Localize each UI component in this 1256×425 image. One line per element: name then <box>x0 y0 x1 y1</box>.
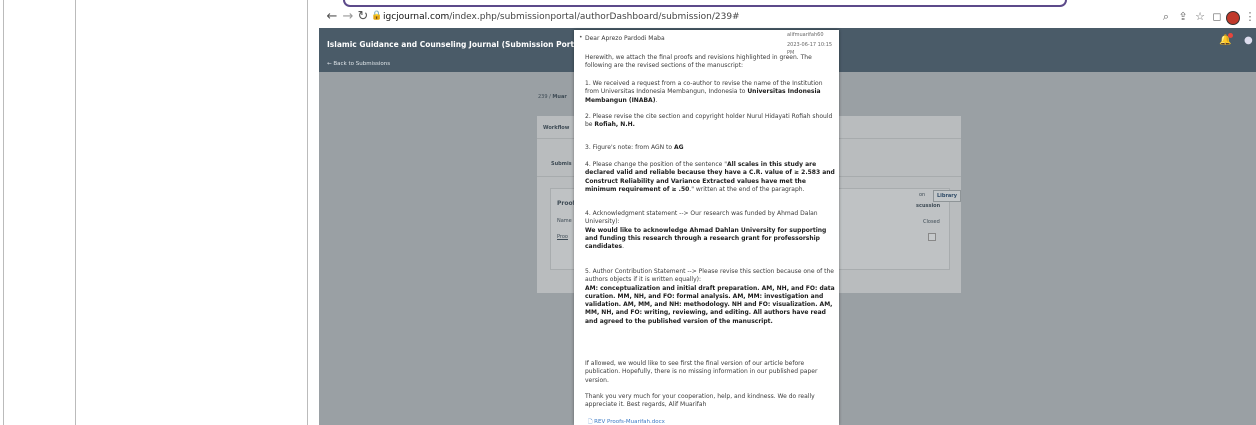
reload-icon[interactable]: ↻ <box>356 10 370 24</box>
breadcrumb-author: Muar <box>552 94 567 100</box>
attachment-name: REV Proofs-Muarifah.docx <box>594 419 665 425</box>
proofs-file-link[interactable]: Proo <box>557 234 568 240</box>
forward-arrow-icon[interactable]: → <box>341 10 355 24</box>
profile-avatar[interactable] <box>1226 11 1240 25</box>
revision-item-3: 3. Figure's note: from AGN to AG <box>585 144 835 152</box>
revision-item-6: 5. Author Contribution Statement --> Ple… <box>585 268 835 326</box>
zoom-icon[interactable]: ⌕ <box>1159 10 1173 24</box>
closing-thanks: Thank you very much for your cooperation… <box>585 393 815 409</box>
revision-item-6-text: 5. Author Contribution Statement --> Ple… <box>585 268 834 284</box>
left-margin-line-2 <box>75 0 76 425</box>
message-dialog: • alifmuarifah60 2023-06-17 10:15 PM Dea… <box>574 30 839 425</box>
revision-item-1: 1. We received a request from a co-autho… <box>585 80 835 105</box>
revision-item-5: 4. Acknowledgment statement --> Our rese… <box>585 210 835 251</box>
revision-item-3-bold: AG <box>673 144 684 151</box>
url-path: /index.php/submissionportal/authorDashbo… <box>449 12 740 22</box>
attachment-link[interactable]: 🗋 REV Proofs-Muarifah.docx <box>588 418 665 425</box>
browser-toolbar: ← → ↻ 🔒 igcjournal.com/index.php/submiss… <box>319 0 1256 29</box>
menu-icon[interactable]: ⋮ <box>1243 10 1256 24</box>
message-bullet-icon: • <box>579 34 583 41</box>
discussion-column-header: scussion <box>916 203 941 209</box>
left-margin-line-1 <box>3 0 4 425</box>
site-title[interactable]: Islamic Guidance and Counseling Journal … <box>327 40 615 49</box>
tab-workflow[interactable]: Workflow <box>543 125 569 131</box>
closing-paragraph: If allowed, we would like to see first t… <box>585 360 818 384</box>
star-icon[interactable]: ☆ <box>1193 10 1207 24</box>
closed-checkbox[interactable] <box>928 233 936 241</box>
library-button[interactable]: Library <box>933 190 961 202</box>
url-domain: igcjournal.com <box>383 12 450 22</box>
breadcrumb-separator: / <box>549 94 551 100</box>
browser-screenshot: ← → ↻ 🔒 igcjournal.com/index.php/submiss… <box>319 0 1256 425</box>
revision-item-4-text: 4. Please change the position of the sen… <box>585 161 727 168</box>
notification-badge <box>1228 33 1233 38</box>
revision-item-5-text: 4. Acknowledgment statement --> Our rese… <box>585 210 818 226</box>
tab-strip <box>319 0 1256 7</box>
name-column-header: Name <box>557 218 572 224</box>
revision-item-6-bold: AM: conceptualization and initial draft … <box>585 284 835 325</box>
revision-item-2-bold: Rofiah, N.H. <box>594 121 635 129</box>
revision-item-2: 2. Please revise the cite section and co… <box>585 113 835 130</box>
breadcrumb-id: 239 <box>538 94 548 100</box>
address-bar[interactable]: igcjournal.com/index.php/submissionporta… <box>383 10 740 24</box>
revision-item-4-end: ." written at the end of the paragraph. <box>689 185 805 193</box>
back-arrow-icon[interactable]: ← <box>325 10 339 24</box>
back-to-submissions-link[interactable]: ← Back to Submissions <box>327 61 390 67</box>
message-intro: Herewith, we attach the final proofs and… <box>585 54 812 70</box>
active-tab-outline <box>343 0 1067 7</box>
revision-item-4: 4. Please change the position of the sen… <box>585 161 835 194</box>
left-margin-line-3 <box>307 0 308 425</box>
proofs-heading: Proof <box>557 200 576 207</box>
share-icon[interactable]: ⇪ <box>1176 10 1190 24</box>
closed-column-header: Closed <box>923 219 940 225</box>
revision-item-3-text: 3. Figure's note: from AGN to <box>585 144 674 151</box>
library-prefix: on <box>919 192 926 198</box>
sidepanel-icon[interactable]: ◻ <box>1210 10 1224 24</box>
message-sender: alifmuarifah60 <box>787 32 824 38</box>
revision-item-1-end: . <box>655 96 658 104</box>
lock-icon: 🔒 <box>371 11 383 21</box>
breadcrumb: 239 / Muar <box>538 94 567 100</box>
user-menu-icon[interactable]: ● <box>1244 35 1253 46</box>
revision-item-5-end: . <box>622 243 625 251</box>
tab-submission[interactable]: Submis <box>551 161 572 167</box>
message-greeting: Dear Aprezo Pardodi Maba <box>585 35 665 42</box>
